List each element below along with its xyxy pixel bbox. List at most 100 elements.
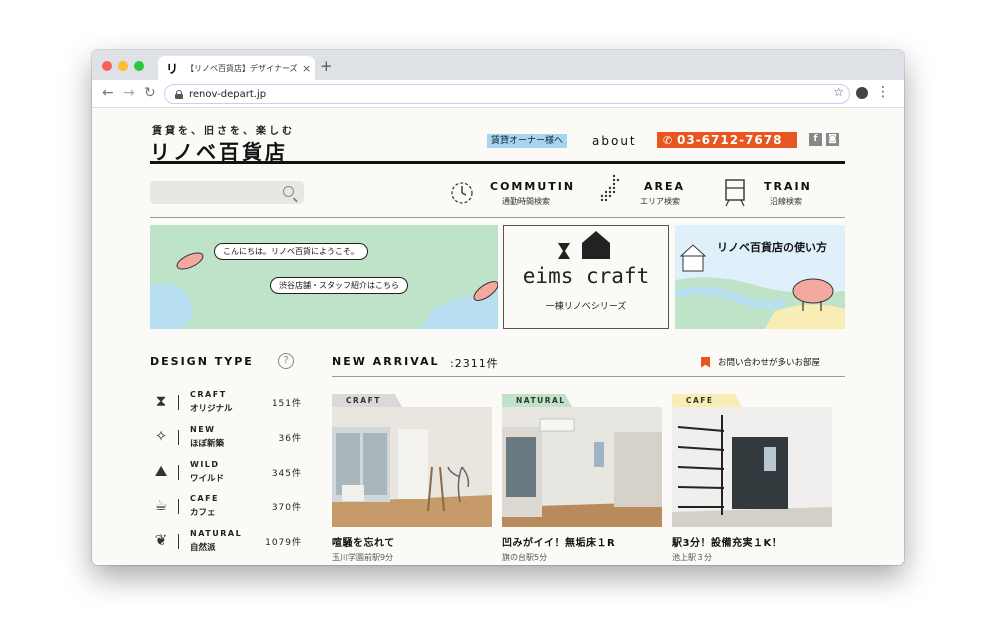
design-type-count: 1079件 (265, 538, 302, 548)
lock-icon (175, 89, 183, 99)
new-tab-button[interactable]: + (320, 57, 333, 75)
room-photo-craft (332, 407, 492, 527)
browser-window: リ 【リノベ百貨店】デザイナーズ賃貸 × + ← → ↻ renov-depar… (92, 50, 904, 565)
bookmark-star-icon[interactable]: ☆ (833, 85, 844, 99)
tab-title: 【リノベ百貨店】デザイナーズ賃貸 (186, 63, 298, 73)
phone-button[interactable]: ✆ 03-6712-7678 (657, 132, 797, 148)
separator (178, 465, 179, 480)
popular-rooms-link[interactable]: お問い合わせが多いお部屋 (701, 356, 820, 368)
leaf-icon: ❦ (154, 531, 168, 549)
forward-icon[interactable]: → (123, 85, 135, 101)
card-title: 凹みがイイ！無垢床１R (502, 538, 616, 549)
staff-bubble[interactable]: 渋谷店舗・スタッフ紹介はこちら (270, 277, 408, 294)
page-content: 賃貸を、旧さを、楽しむ リノベ百貨店 賃貸オーナー様へ about ✆ 03-6… (92, 109, 904, 565)
design-type-cafe[interactable]: ☕ CAFE カフェ 370件 (150, 491, 302, 519)
design-type-title: DESIGN TYPE (150, 355, 254, 368)
hourglass-icon: ⧗ (155, 392, 167, 410)
new-arrival-count: :2311件 (450, 357, 499, 370)
clock-icon (451, 182, 473, 204)
mountain-icon: ⛰ (154, 462, 168, 480)
menu-icon[interactable]: ⋮ (876, 84, 890, 100)
nav-commutin-sub: 通勤時間検索 (502, 197, 550, 206)
separator (178, 499, 179, 514)
sparkle-icon: ✧ (154, 427, 168, 445)
brand-subtitle: 一棟リノベシリーズ (545, 302, 627, 312)
phone-icon: ✆ (663, 133, 674, 147)
reload-icon[interactable]: ↻ (144, 85, 156, 101)
popular-rooms-label: お問い合わせが多いお部屋 (718, 358, 821, 368)
new-arrival-title: NEW ARRIVAL (332, 355, 440, 368)
address-bar[interactable]: renov-depart.jp (164, 84, 850, 104)
guide-title: リノベ百貨店の使い方 (717, 241, 827, 254)
design-type-count: 370件 (271, 503, 302, 513)
room-photo-natural (502, 407, 662, 527)
card-title: 駅3分！設備充実１K！ (672, 538, 783, 549)
browser-tab[interactable]: リ 【リノベ百貨店】デザイナーズ賃貸 × (158, 56, 315, 80)
header-divider (150, 161, 845, 164)
separator (178, 430, 179, 445)
card-tag: CAFE (672, 394, 742, 407)
account-icon[interactable] (856, 87, 868, 99)
browser-toolbar: ← → ↻ renov-depart.jp ☆ ⋮ (92, 80, 904, 108)
tab-close-icon[interactable]: × (302, 62, 311, 75)
card-station: 池上駅３分 (672, 553, 712, 562)
guide-banner[interactable]: リノベ百貨店の使い方 (675, 225, 845, 329)
design-type-craft[interactable]: ⧗ CRAFT オリジナル 151件 (150, 387, 302, 415)
nav-area-title: AREA (644, 180, 686, 193)
design-type-count: 36件 (278, 434, 302, 444)
separator (178, 534, 179, 549)
card-station: 旗の台駅5分 (502, 553, 548, 562)
property-photo[interactable] (502, 407, 662, 527)
card-tag: NATURAL (502, 394, 572, 407)
owner-link[interactable]: 賃貸オーナー様へ (487, 134, 568, 148)
tab-bar: リ 【リノベ百貨店】デザイナーズ賃貸 × + (92, 50, 904, 80)
close-window-button[interactable] (102, 61, 112, 71)
design-type-en: NATURAL (190, 529, 243, 538)
design-type-ja: オリジナル (190, 404, 233, 414)
help-icon[interactable]: ? (278, 353, 294, 369)
about-link[interactable]: about (592, 134, 637, 148)
eims-logo-icon (558, 231, 610, 259)
eims-craft-banner[interactable]: eims craft 一棟リノベシリーズ (503, 225, 669, 329)
tagline: 賃貸を、旧さを、楽しむ (152, 126, 295, 137)
design-type-natural[interactable]: ❦ NATURAL 自然派 1079件 (150, 526, 302, 554)
design-type-en: WILD (190, 460, 220, 469)
search-icon[interactable] (283, 186, 294, 197)
nav-train-sub: 沿線検索 (770, 197, 802, 206)
property-photo[interactable] (332, 407, 492, 527)
design-type-new[interactable]: ✧ NEW ほぼ新築 36件 (150, 422, 302, 450)
nav-train[interactable]: TRAIN 沿線検索 (724, 179, 844, 212)
nav-commutin[interactable]: COMMUTIN 通勤時間検索 (450, 180, 580, 212)
property-card[interactable]: NATURAL 凹みがイイ！無垢床１R 旗の台駅5分 (502, 394, 662, 564)
welcome-banner[interactable]: こんにちは。リノベ百貨にようこそ。 渋谷店舗・スタッフ紹介はこちら (150, 225, 498, 329)
design-type-ja: ほぼ新築 (190, 439, 225, 449)
search-input[interactable] (150, 181, 304, 204)
maximize-window-button[interactable] (134, 61, 144, 71)
back-icon[interactable]: ← (102, 85, 114, 101)
nav-train-title: TRAIN (764, 180, 812, 193)
design-type-count: 151件 (271, 399, 302, 409)
cup-icon: ☕ (154, 496, 168, 514)
new-arrival-divider (332, 376, 845, 377)
design-type-en: NEW (190, 425, 216, 434)
instagram-icon[interactable]: ◙ (826, 133, 839, 146)
design-type-ja: カフェ (190, 508, 216, 518)
property-card[interactable]: CAFE 駅3分！設備充実１K！ 池上駅３分 (672, 394, 832, 564)
train-icon (725, 179, 745, 207)
nav-commutin-title: COMMUTIN (490, 180, 576, 193)
minimize-window-button[interactable] (118, 61, 128, 71)
design-type-wild[interactable]: ⛰ WILD ワイルド 345件 (150, 457, 302, 485)
brand-name: eims craft (522, 264, 650, 288)
nav-area-sub: エリア検索 (640, 197, 680, 206)
design-type-en: CRAFT (190, 390, 227, 399)
separator (178, 395, 179, 410)
card-station: 玉川学園前駅9分 (332, 553, 394, 562)
facebook-icon[interactable]: f (809, 133, 822, 146)
nav-area[interactable]: AREA エリア検索 (598, 174, 698, 212)
property-card[interactable]: CRAFT 喧騒を忘れて 玉川学園前駅9分 (332, 394, 492, 564)
phone-number: 03-6712-7678 (677, 133, 783, 147)
property-photo[interactable] (672, 407, 832, 527)
favicon-icon: リ (166, 61, 179, 76)
url-text: renov-depart.jp (189, 88, 267, 100)
map-icon (600, 174, 620, 202)
